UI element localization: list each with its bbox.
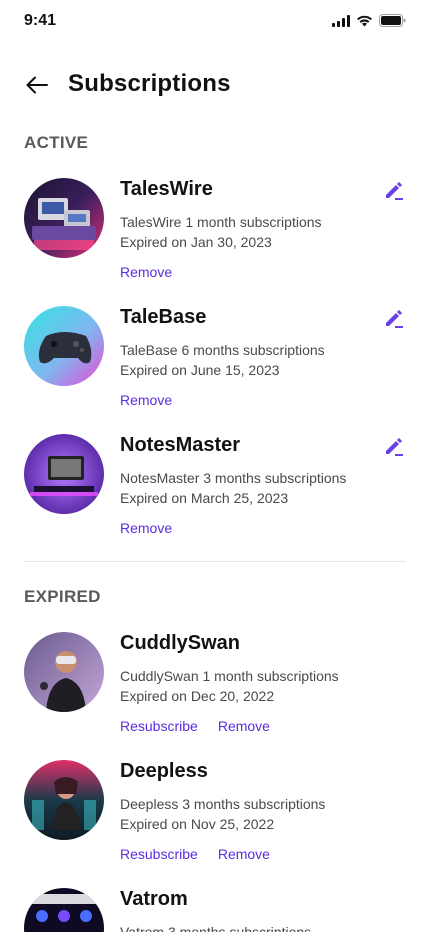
resubscribe-link[interactable]: Resubscribe — [120, 846, 198, 862]
subscription-item: TaleBase TaleBase 6 months subscriptions… — [0, 306, 430, 426]
item-expiry: Expired on Dec 20, 2022 — [120, 688, 275, 704]
subscription-item: Deepless Deepless 3 months subscriptions… — [0, 760, 430, 880]
remove-link[interactable]: Remove — [120, 392, 172, 408]
status-icons — [332, 14, 406, 27]
item-description: TaleBase 6 months subscriptions — [120, 342, 325, 358]
item-name: TaleBase — [120, 306, 207, 328]
avatar — [24, 306, 104, 386]
item-expiry: Expired on Nov 25, 2022 — [120, 816, 275, 832]
item-name: NotesMaster — [120, 434, 241, 456]
header: Subscriptions — [0, 60, 430, 108]
subscription-item: TalesWire TalesWire 1 month subscription… — [0, 178, 430, 298]
back-button[interactable] — [22, 70, 52, 100]
divider — [24, 561, 406, 562]
item-actions: Remove — [120, 520, 172, 536]
item-expiry: Expired on March 25, 2023 — [120, 490, 289, 506]
avatar — [24, 178, 104, 258]
subscription-item: Vatrom Vatrom 3 months subscriptions — [0, 888, 430, 932]
avatar — [24, 434, 104, 514]
subscription-item: CuddlySwan CuddlySwan 1 month subscripti… — [0, 632, 430, 752]
item-actions: Resubscribe Remove — [120, 846, 270, 862]
status-time: 9:41 — [24, 12, 57, 29]
wifi-icon — [357, 15, 372, 26]
item-description: Deepless 3 months subscriptions — [120, 796, 326, 812]
item-name: TalesWire — [120, 178, 213, 200]
signal-icon — [332, 14, 350, 27]
resubscribe-link[interactable]: Resubscribe — [120, 718, 198, 734]
section-title-active: ACTIVE — [24, 133, 89, 152]
item-name: Deepless — [120, 760, 208, 782]
item-name: CuddlySwan — [120, 632, 241, 654]
item-actions: Remove — [120, 392, 172, 408]
remove-link[interactable]: Remove — [120, 520, 172, 536]
pencil-icon[interactable] — [382, 178, 406, 202]
avatar — [24, 760, 104, 840]
item-actions: Remove — [120, 264, 172, 280]
avatar — [24, 888, 104, 932]
item-name: Vatrom — [120, 888, 188, 910]
item-description: Vatrom 3 months subscriptions — [120, 924, 312, 932]
avatar — [24, 632, 104, 712]
item-actions: Resubscribe Remove — [120, 718, 270, 734]
item-description: TalesWire 1 month subscriptions — [120, 214, 322, 230]
battery-icon — [379, 14, 406, 27]
subscription-item: NotesMaster NotesMaster 3 months subscri… — [0, 434, 430, 554]
pencil-icon[interactable] — [382, 434, 406, 458]
item-expiry: Expired on Jan 30, 2023 — [120, 234, 272, 250]
remove-link[interactable]: Remove — [218, 846, 270, 862]
arrow-left-icon — [26, 76, 48, 94]
status-bar: 9:41 — [0, 0, 430, 44]
section-title-expired: EXPIRED — [24, 587, 101, 606]
item-description: CuddlySwan 1 month subscriptions — [120, 668, 339, 684]
item-expiry: Expired on June 15, 2023 — [120, 362, 280, 378]
remove-link[interactable]: Remove — [120, 264, 172, 280]
pencil-icon[interactable] — [382, 306, 406, 330]
page-title: Subscriptions — [68, 70, 231, 97]
remove-link[interactable]: Remove — [218, 718, 270, 734]
item-description: NotesMaster 3 months subscriptions — [120, 470, 347, 486]
